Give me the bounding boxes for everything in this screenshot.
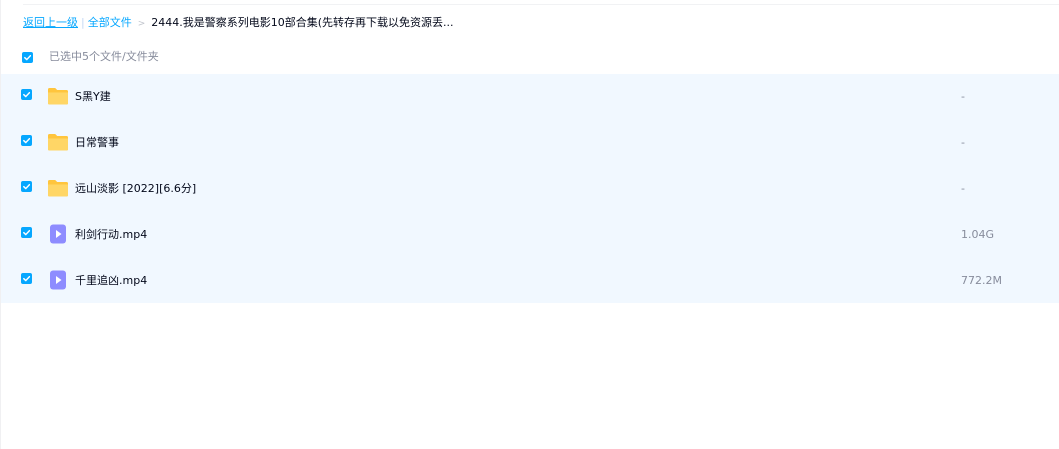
top-divider [23, 4, 1059, 5]
all-files-link[interactable]: 全部文件 [88, 16, 132, 29]
file-name[interactable]: 千里追凶.mp4 [75, 274, 147, 288]
file-name[interactable]: 远山淡影 [2022][6.6分] [75, 182, 196, 196]
file-name[interactable]: S黑Y建 [75, 90, 111, 104]
selection-summary: 已选中5个文件/文件夹 [49, 50, 159, 63]
select-all-bar: 已选中5个文件/文件夹 [22, 50, 159, 64]
file-browser: 返回上一级 | 全部文件 >2444.我是警察系列电影10部合集(先转存再下载以免资源… [0, 0, 1059, 449]
file-row[interactable]: 远山淡影 [2022][6.6分] - [1, 166, 1059, 212]
row-checkbox[interactable] [21, 273, 32, 284]
check-icon [23, 137, 31, 144]
folder-icon [47, 132, 69, 152]
select-all-checkbox[interactable] [22, 51, 33, 63]
file-row[interactable]: S黑Y建 - [1, 74, 1059, 120]
file-size: - [961, 136, 965, 149]
video-file-icon [47, 270, 69, 290]
file-size: - [961, 90, 965, 103]
check-icon [23, 229, 31, 236]
breadcrumb-separator: | [81, 16, 85, 29]
file-row[interactable]: 千里追凶.mp4 772.2M [1, 258, 1059, 304]
file-name[interactable]: 利剑行动.mp4 [75, 228, 147, 242]
file-row[interactable]: 日常警事 - [1, 120, 1059, 166]
check-icon [23, 183, 31, 190]
file-name[interactable]: 日常警事 [75, 136, 119, 150]
file-size: 772.2M [961, 274, 1002, 287]
row-checkbox[interactable] [21, 227, 32, 238]
check-icon [23, 91, 31, 98]
file-row[interactable]: 利剑行动.mp4 1.04G [1, 212, 1059, 258]
back-link[interactable]: 返回上一级 [23, 16, 78, 29]
folder-icon [47, 178, 69, 198]
row-checkbox[interactable] [21, 89, 32, 100]
check-icon [23, 275, 31, 282]
folder-icon [47, 86, 69, 106]
row-checkbox[interactable] [21, 181, 32, 192]
breadcrumb: 返回上一级 | 全部文件 >2444.我是警察系列电影10部合集(先转存再下载以免资源… [23, 16, 454, 30]
row-checkbox[interactable] [21, 135, 32, 146]
chevron-right-icon: > [137, 19, 146, 29]
video-file-icon [47, 224, 69, 244]
current-folder-label: 2444.我是警察系列电影10部合集(先转存再下载以免资源丢... [151, 16, 454, 29]
file-size: - [961, 182, 965, 195]
file-size: 1.04G [961, 228, 995, 241]
check-icon [24, 54, 32, 60]
file-list: S黑Y建 - 日常警事 - 远山淡影 [2022][6.6分] - 利剑行动.m… [1, 74, 1059, 303]
